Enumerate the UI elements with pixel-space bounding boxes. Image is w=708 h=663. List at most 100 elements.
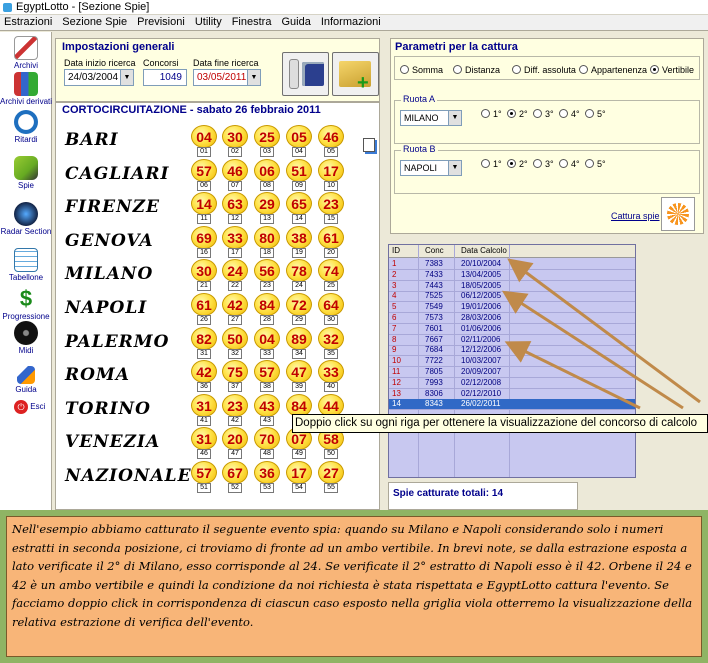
save-button[interactable] (282, 52, 329, 96)
mode-option-somma[interactable]: Somma (400, 65, 443, 75)
position-option[interactable]: 1° (481, 109, 502, 119)
table-row[interactable]: 5 7549 19/01/2006 (389, 302, 635, 314)
table-row[interactable]: 9 7684 12/12/2006 (389, 345, 635, 357)
number-ball: 46 (222, 158, 248, 182)
table-row[interactable]: 13 8306 02/12/2010 (389, 389, 635, 400)
menu-previsioni[interactable]: Previsioni (132, 16, 190, 28)
table-cell: 7684 (425, 345, 443, 355)
table-row[interactable]: 2 7433 13/04/2005 (389, 270, 635, 281)
position-option[interactable]: 4° (559, 109, 580, 119)
table-row[interactable]: 8 7667 02/11/2006 (389, 335, 635, 346)
sidebar-item-ritardi[interactable]: Ritardi (0, 110, 52, 144)
radio-icon (559, 159, 568, 168)
position-option[interactable]: 5° (585, 109, 606, 119)
menu-informazioni[interactable]: Informazioni (316, 16, 386, 28)
lotto-number: 17 54 (286, 461, 312, 493)
chevron-down-icon[interactable]: ▼ (120, 70, 133, 85)
position-tag: 36 (197, 382, 211, 393)
table-row[interactable]: 11 7805 20/09/2007 (389, 367, 635, 378)
chevron-down-icon[interactable]: ▼ (448, 111, 461, 125)
mode-option-vertibile[interactable]: Vertibile (650, 65, 694, 75)
number-ball: 30 (191, 259, 217, 283)
lotto-number: 67 52 (222, 461, 248, 493)
capture-link[interactable]: Cattura spie (611, 211, 660, 221)
menu-utility[interactable]: Utility (190, 16, 227, 28)
number-ball: 67 (222, 461, 248, 484)
position-tag: 42 (228, 415, 242, 426)
mode-option-distanza[interactable]: Distanza (453, 65, 500, 75)
menu-guida[interactable]: Guida (276, 16, 315, 28)
concorsi-field[interactable]: 1049 (143, 69, 187, 86)
sidebar-item-label: Archivi derivati (0, 97, 53, 106)
books-icon (14, 72, 38, 96)
lotto-number: 33 40 (318, 360, 344, 393)
chevron-down-icon[interactable]: ▼ (247, 70, 260, 85)
position-option[interactable]: 4° (559, 159, 580, 169)
start-date-field[interactable]: 24/03/2004 ▼ (64, 69, 134, 86)
col-id[interactable]: ID (392, 245, 400, 257)
position-option[interactable]: 3° (533, 159, 554, 169)
position-option[interactable]: 2° (507, 109, 528, 119)
table-cell: 26/02/2011 (461, 399, 501, 409)
lotto-number: 20 47 (222, 427, 248, 460)
mode-option-diff-assoluta[interactable]: Diff. assoluta (512, 65, 576, 75)
menu-estrazioni[interactable]: Estrazioni (0, 16, 57, 28)
position-option[interactable]: 1° (481, 159, 502, 169)
position-option[interactable]: 2° (507, 159, 528, 169)
lotto-number: 14 11 (191, 192, 217, 225)
table-row[interactable]: 10 7722 10/03/2007 (389, 356, 635, 368)
number-ball: 43 (254, 393, 280, 417)
sidebar-item-spie[interactable]: Spie (0, 156, 52, 190)
table-cell: 7993 (425, 377, 443, 387)
radio-icon (507, 159, 516, 168)
lotto-number: 30 02 (222, 125, 248, 157)
wheel-row: FIRENZE 14 11 63 12 29 13 65 14 23 15 (56, 192, 381, 225)
sidebar-item-esci[interactable]: ⏻ Esci (0, 400, 52, 414)
end-date-field[interactable]: 03/05/2011 ▼ (193, 69, 261, 86)
position-option[interactable]: 5° (585, 159, 606, 169)
table-row[interactable]: 12 7993 02/12/2008 (389, 378, 635, 389)
lotto-number: 04 33 (254, 326, 280, 359)
table-row[interactable]: 14 8343 26/02/2011 (389, 399, 635, 411)
number-ball: 57 (191, 461, 217, 484)
position-tag: 27 (228, 315, 242, 325)
window-title: EgyptLotto - [Sezione Spie] (16, 1, 150, 13)
sidebar-item-midi[interactable]: Midi (0, 321, 52, 355)
col-conc[interactable]: Conc (425, 245, 444, 257)
position-tag: 41 (197, 415, 211, 426)
table-row[interactable]: 4 7525 06/12/2005 (389, 291, 635, 303)
sidebar-item-progressione[interactable]: $ Progressione (0, 287, 52, 322)
sidebar-item-archivi-derivati[interactable]: Archivi derivati (0, 72, 52, 106)
menu-sezione-spie[interactable]: Sezione Spie (57, 16, 132, 28)
position-tag: 09 (292, 180, 306, 191)
position-tag: 13 (260, 214, 274, 225)
radio-icon (400, 65, 409, 74)
table-row[interactable]: 3 7443 18/05/2005 (389, 281, 635, 292)
ruota-b-select[interactable]: NAPOLI ▼ (400, 160, 462, 176)
position-tag: 07 (228, 180, 242, 191)
position-option[interactable]: 3° (533, 109, 554, 119)
table-row[interactable]: 6 7573 28/03/2006 (389, 313, 635, 324)
open-folder-button[interactable]: + (332, 52, 379, 96)
menu-finestra[interactable]: Finestra (227, 16, 277, 28)
col-data-calcolo[interactable]: Data Calcolo (461, 245, 507, 257)
calendar-icon (14, 248, 38, 272)
sidebar-item-archivi[interactable]: Archivi (0, 36, 52, 70)
sidebar-item-radar[interactable]: Radar Section (0, 202, 52, 236)
results-grid: ID Conc Data Calcolo 1 7383 20/10/2004 2 743… (388, 244, 636, 478)
sidebar-item-tabellone[interactable]: Tabellone (0, 248, 52, 282)
grid-tooltip: Doppio click su ogni riga per ottenere l… (292, 414, 708, 433)
lotto-number: 72 29 (286, 293, 312, 325)
mode-option-appartenenza[interactable]: Appartenenza (579, 65, 647, 75)
table-row[interactable]: 1 7383 20/10/2004 (389, 259, 635, 270)
capture-button[interactable] (661, 197, 695, 231)
table-cell: 19/01/2006 (461, 302, 502, 312)
position-tag: 12 (228, 214, 242, 225)
table-row[interactable]: 7 7601 01/06/2006 (389, 324, 635, 335)
table-cell: 02/11/2006 (461, 334, 501, 344)
chevron-down-icon[interactable]: ▼ (448, 161, 461, 175)
sidebar-item-guida[interactable]: Guida (0, 366, 52, 394)
ruota-a-select[interactable]: MILANO ▼ (400, 110, 462, 126)
table-cell: 01/06/2006 (461, 323, 502, 333)
position-tag: 17 (228, 247, 242, 258)
